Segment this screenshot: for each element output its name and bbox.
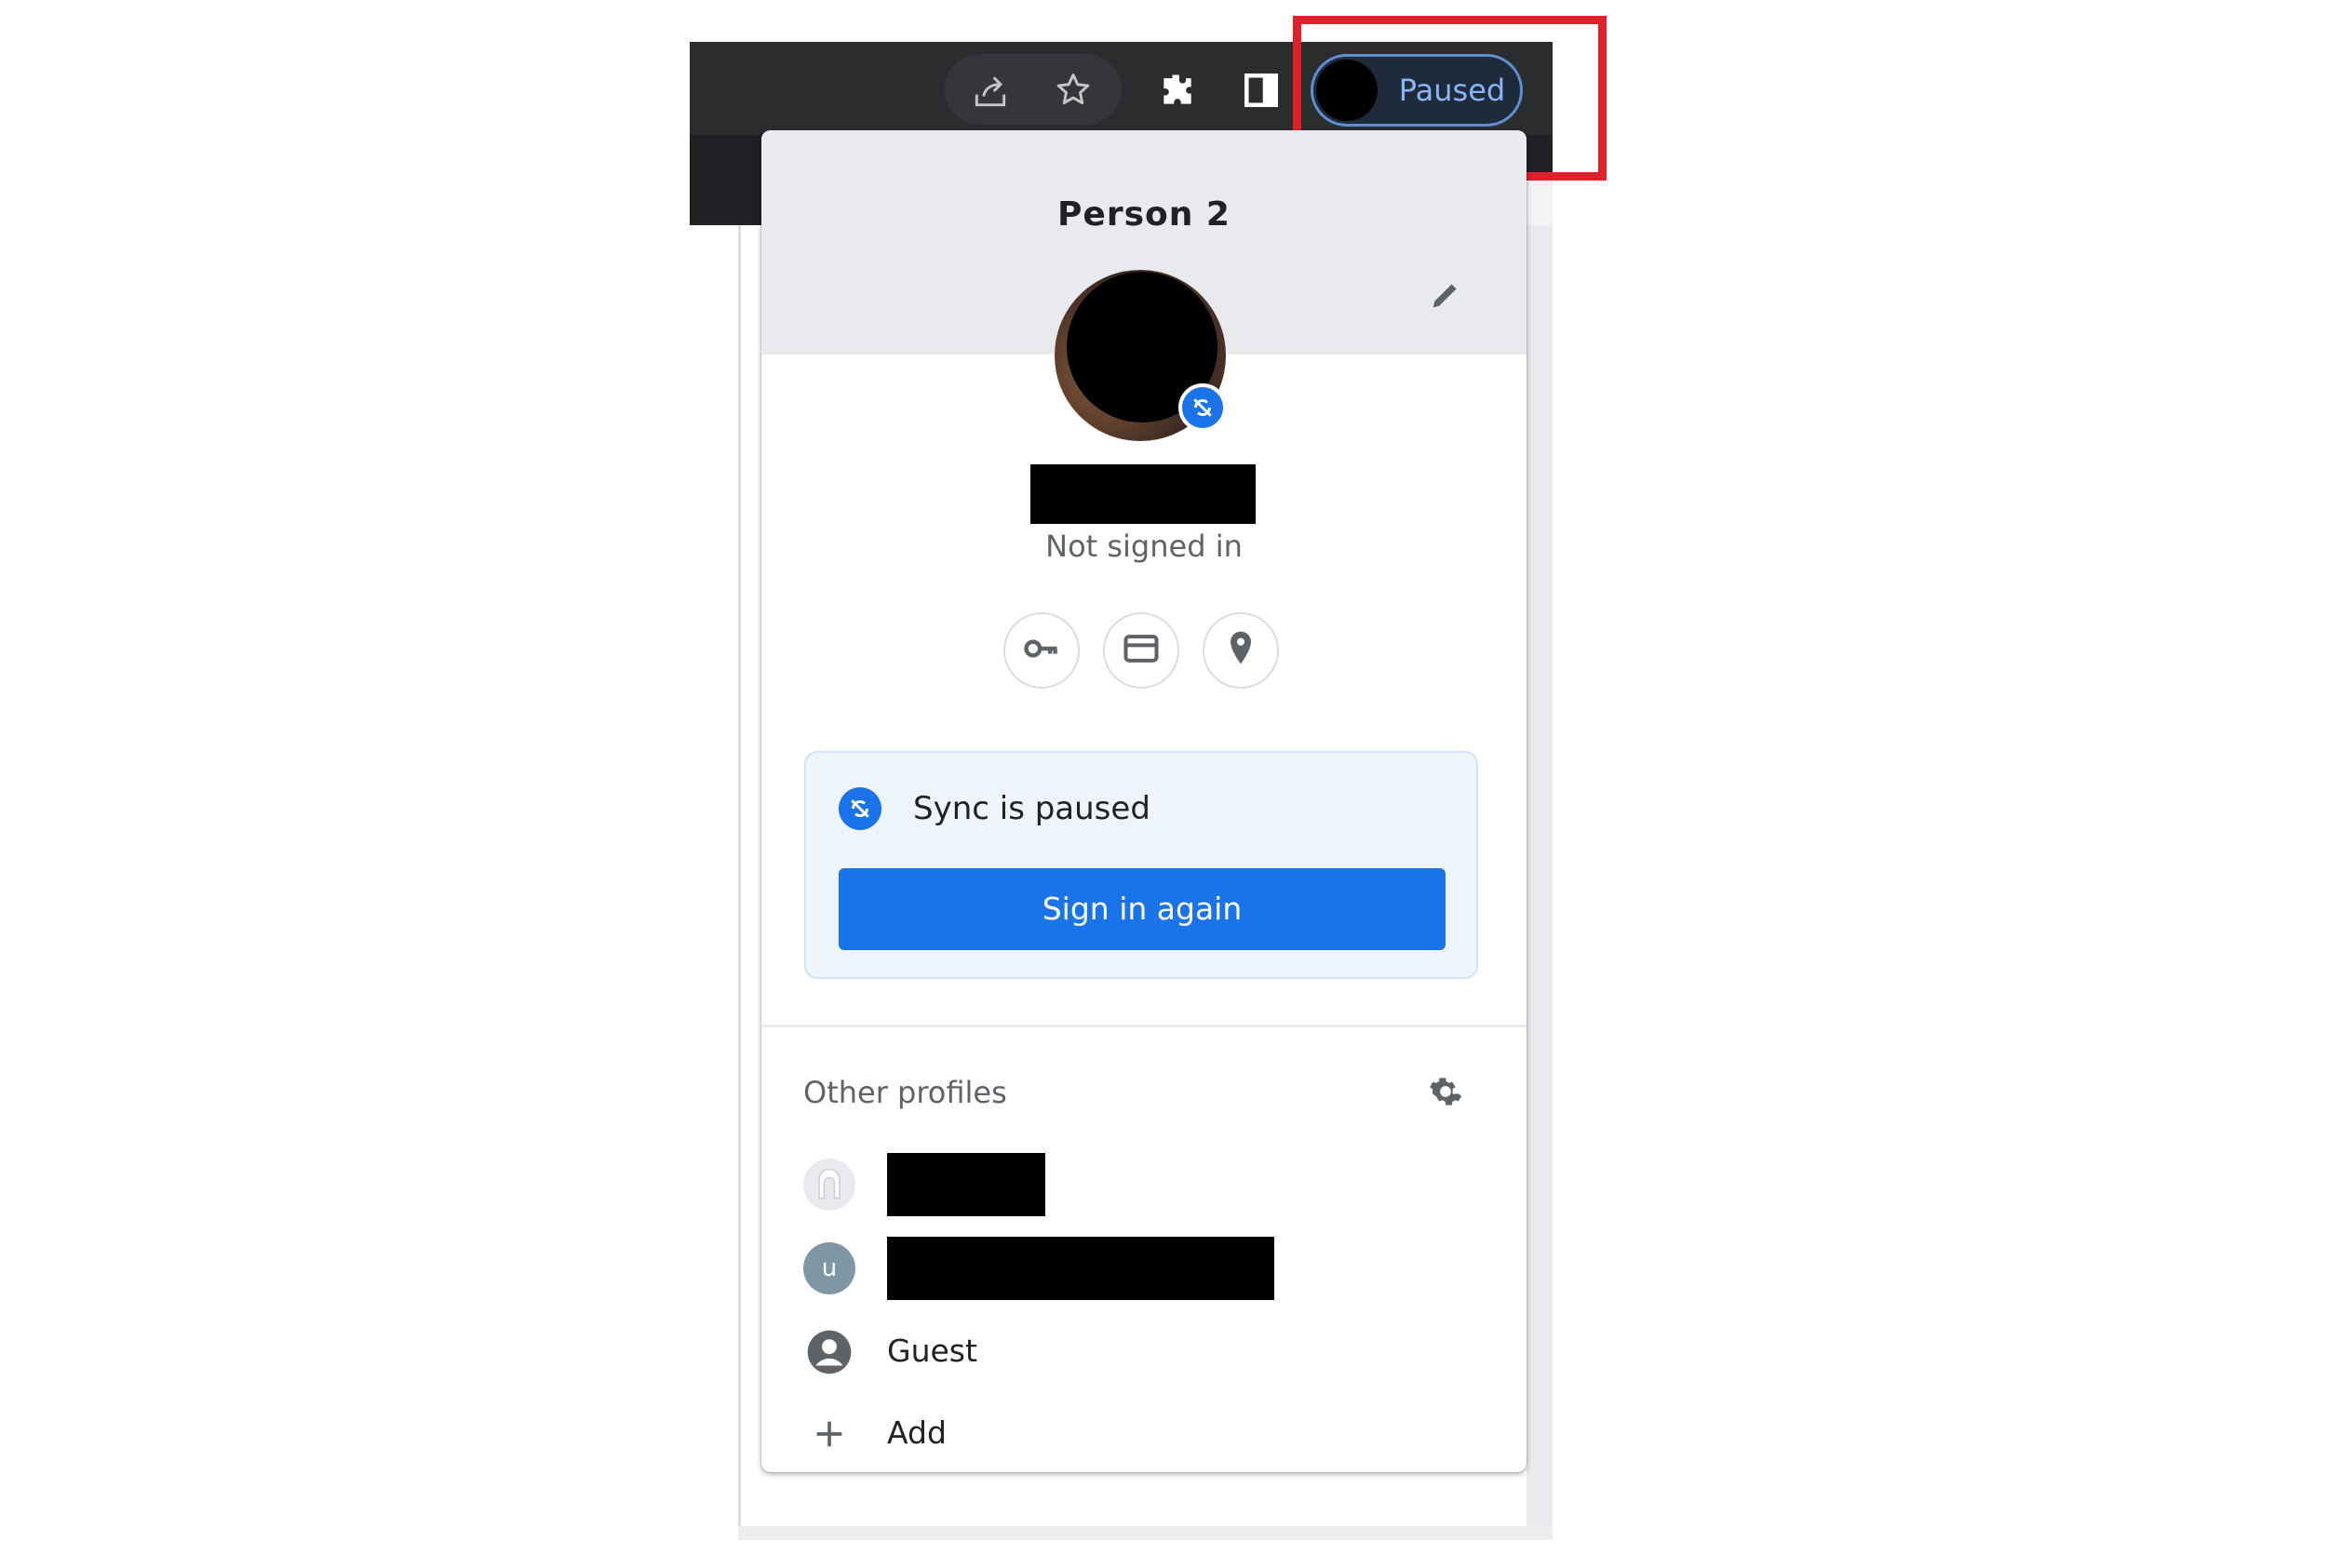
guest-profile[interactable]: Guest (803, 1319, 1492, 1384)
passwords-button[interactable] (1003, 612, 1080, 689)
avatar (803, 1159, 855, 1211)
gear-icon[interactable] (1422, 1068, 1469, 1115)
payment-methods-button[interactable] (1103, 612, 1179, 689)
divider (761, 1025, 1527, 1027)
sync-status-card: Sync is paused Sign in again (804, 751, 1478, 979)
avatar: u (803, 1242, 855, 1294)
page-bottom-edge (738, 1526, 1553, 1540)
redacted-profile-name (887, 1237, 1274, 1300)
puzzle-icon[interactable] (1154, 67, 1201, 114)
add-profile-button[interactable]: Add (803, 1400, 1492, 1466)
guest-label: Guest (887, 1333, 977, 1369)
addresses-button[interactable] (1203, 612, 1279, 689)
profile-name: Person 2 (1057, 195, 1231, 234)
star-icon[interactable] (1050, 67, 1096, 114)
list-item[interactable] (803, 1151, 1492, 1216)
key-icon (1021, 628, 1062, 673)
sync-paused-badge-icon (1178, 383, 1227, 432)
location-pin-icon (1220, 628, 1261, 673)
page-scrollbar[interactable] (1527, 225, 1553, 1537)
list-item[interactable]: u (803, 1235, 1492, 1300)
edit-icon[interactable] (1422, 272, 1469, 318)
share-icon[interactable] (968, 69, 1013, 114)
sync-message: Sync is paused (913, 790, 1150, 827)
sign-in-again-button[interactable]: Sign in again (839, 868, 1446, 950)
side-panel-icon[interactable] (1238, 67, 1285, 114)
sync-paused-icon (839, 787, 881, 830)
sign-in-status: Not signed in (1045, 529, 1243, 564)
add-label: Add (887, 1414, 947, 1451)
redacted-email (1030, 464, 1256, 524)
page-edge (738, 225, 741, 1537)
redacted-profile-name (887, 1153, 1045, 1216)
page-scrollbar-top (1527, 177, 1553, 225)
plus-icon (803, 1408, 855, 1460)
person-icon (803, 1326, 855, 1378)
credit-card-icon (1121, 628, 1162, 673)
profile-menu: Person 2 Not signed in Sync is paused Si… (761, 130, 1527, 1472)
other-profiles-heading: Other profiles (803, 1075, 1007, 1110)
